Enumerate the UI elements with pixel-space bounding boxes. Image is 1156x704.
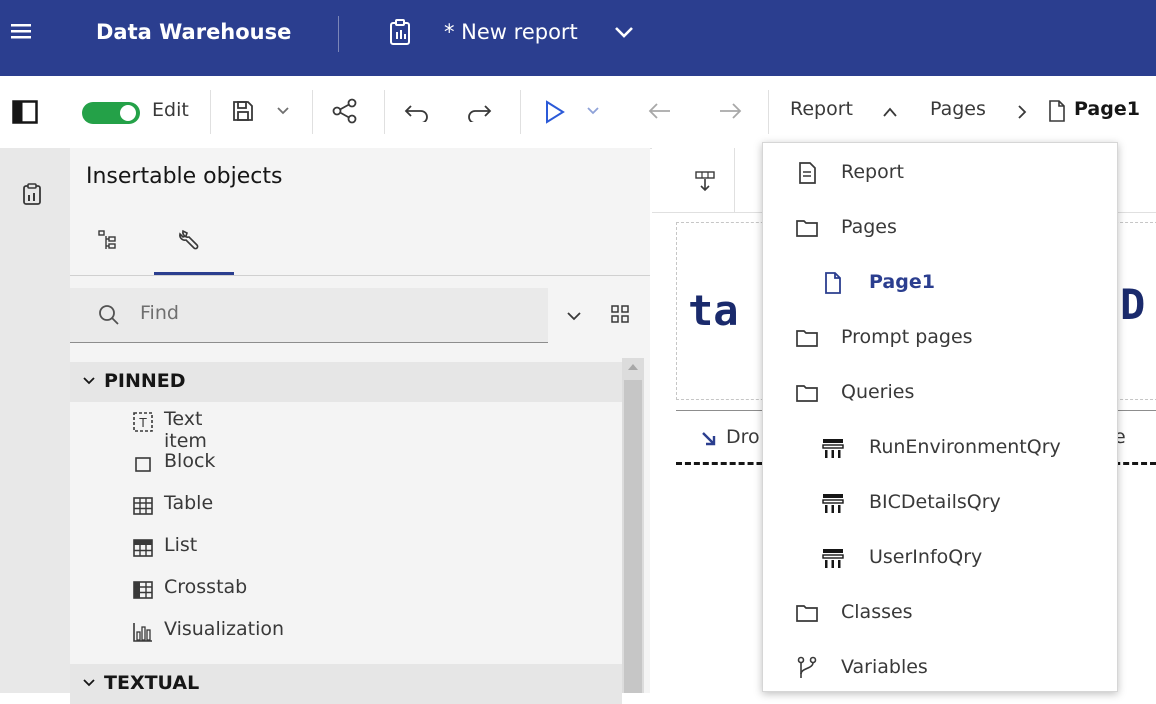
visualization-icon	[133, 623, 152, 642]
share-icon[interactable]	[332, 98, 358, 124]
table-icon	[133, 497, 153, 515]
app-header: Data Warehouse * New report	[0, 0, 1156, 76]
hamburger-menu-icon[interactable]	[10, 20, 32, 42]
section-pinned-label: PINNED	[104, 370, 186, 392]
section-textual[interactable]: TEXTUAL	[70, 664, 622, 704]
query-icon	[822, 549, 844, 568]
dropdown-item-label: BICDetailsQry	[869, 491, 1001, 513]
scroll-up-icon[interactable]	[627, 362, 639, 372]
toolbox-wrench-icon[interactable]	[178, 228, 202, 252]
item-label: Table	[164, 492, 214, 514]
dropdown-item-report[interactable]: Report	[763, 145, 1117, 199]
back-arrow-icon[interactable]	[648, 102, 672, 120]
dropdown-item-bicdetailsqry[interactable]: BICDetailsQry	[763, 475, 1117, 529]
list-icon	[133, 539, 153, 557]
logo-text-left: ta	[688, 286, 739, 335]
text-item-icon: T	[133, 412, 153, 432]
breadcrumb-pages[interactable]: Pages	[930, 98, 986, 120]
item-label: List	[164, 534, 198, 556]
edit-label: Edit	[152, 99, 189, 121]
chevron-up-icon[interactable]	[882, 106, 898, 118]
search-placeholder: Find	[140, 302, 179, 324]
chevron-right-icon	[1018, 105, 1027, 119]
item-label: Block	[164, 450, 216, 472]
run-icon[interactable]	[544, 100, 566, 124]
branch-icon	[797, 656, 817, 678]
item-label: Text item	[164, 408, 207, 452]
dropdown-item-runenvironmentqry[interactable]: RunEnvironmentQry	[763, 420, 1117, 474]
insertable-objects-panel: Insertable objects Find PINNED T Text it…	[70, 148, 650, 704]
item-label: Visualization	[164, 618, 285, 640]
save-icon[interactable]	[232, 100, 254, 122]
dropdown-item-label: Pages	[841, 216, 897, 238]
left-rail	[0, 148, 70, 693]
search-input[interactable]: Find	[70, 288, 548, 343]
page-icon	[825, 272, 841, 294]
dropdown-item-label: UserInfoQry	[869, 546, 983, 568]
run-chevron-down-icon[interactable]	[586, 106, 600, 116]
drop-arrow-icon	[702, 432, 716, 446]
block-icon	[135, 457, 151, 472]
collapse-chevron-icon	[83, 377, 95, 385]
page-icon	[1049, 100, 1065, 122]
chevron-down-icon[interactable]	[612, 18, 636, 46]
dropdown-item-label: Queries	[841, 381, 915, 403]
folder-icon	[796, 220, 818, 237]
save-chevron-down-icon[interactable]	[276, 106, 290, 116]
folder-icon	[796, 330, 818, 347]
item-label: Crosstab	[164, 576, 248, 598]
svg-text:T: T	[138, 416, 147, 430]
header-divider	[338, 16, 339, 52]
dropdown-item-label: Variables	[841, 656, 928, 678]
section-textual-label: TEXTUAL	[104, 672, 200, 694]
breadcrumb-report[interactable]: Report	[790, 98, 853, 120]
panel-title: Insertable objects	[86, 164, 283, 189]
dropdown-item-classes[interactable]: Classes	[763, 585, 1117, 639]
drop-zone-label: Dro	[726, 426, 760, 448]
dropdown-item-label: Page1	[869, 271, 935, 293]
query-icon	[822, 494, 844, 513]
folder-icon	[796, 605, 818, 622]
dropdown-item-label: Classes	[841, 601, 913, 623]
insert-row-icon[interactable]	[694, 170, 716, 192]
dropdown-item-userinfoqry[interactable]: UserInfoQry	[763, 530, 1117, 584]
panel-toggle-icon[interactable]	[12, 100, 38, 124]
dropdown-item-variables[interactable]: Variables	[763, 640, 1117, 694]
source-tree-icon[interactable]	[98, 230, 118, 252]
report-outline-icon[interactable]	[22, 182, 42, 206]
filter-chevron-down-icon[interactable]	[566, 310, 582, 322]
logo-text-right: D	[1120, 280, 1146, 329]
search-icon	[99, 305, 119, 325]
dropdown-item-label: Prompt pages	[841, 326, 973, 348]
forward-arrow-icon[interactable]	[718, 102, 742, 120]
scrollbar-thumb[interactable]	[624, 380, 642, 693]
dropdown-item-pages[interactable]: Pages	[763, 200, 1117, 254]
folder-icon	[796, 385, 818, 402]
toolbar: Edit Report Pages Page1	[0, 76, 1156, 149]
grid-view-icon[interactable]	[610, 304, 630, 324]
dropdown-item-prompt-pages[interactable]: Prompt pages	[763, 310, 1117, 364]
app-title[interactable]: Data Warehouse	[96, 20, 291, 44]
edit-toggle[interactable]	[82, 102, 140, 124]
report-navigation-dropdown: Report Pages Page1 Prompt pages Queries	[762, 142, 1118, 692]
undo-icon[interactable]	[404, 102, 430, 122]
query-icon	[822, 439, 844, 458]
section-pinned[interactable]: PINNED	[70, 362, 622, 402]
report-icon	[390, 19, 410, 45]
report-title[interactable]: * New report	[444, 20, 578, 44]
redo-icon[interactable]	[466, 102, 492, 122]
dropdown-item-label: RunEnvironmentQry	[869, 436, 1061, 458]
breadcrumb-page[interactable]: Page1	[1074, 98, 1140, 120]
dropdown-item-queries[interactable]: Queries	[763, 365, 1117, 419]
crosstab-icon	[133, 581, 153, 599]
dropdown-item-page1[interactable]: Page1	[763, 255, 1117, 309]
document-icon	[799, 162, 816, 184]
collapse-chevron-icon	[83, 679, 95, 687]
dropdown-item-label: Report	[841, 161, 904, 183]
